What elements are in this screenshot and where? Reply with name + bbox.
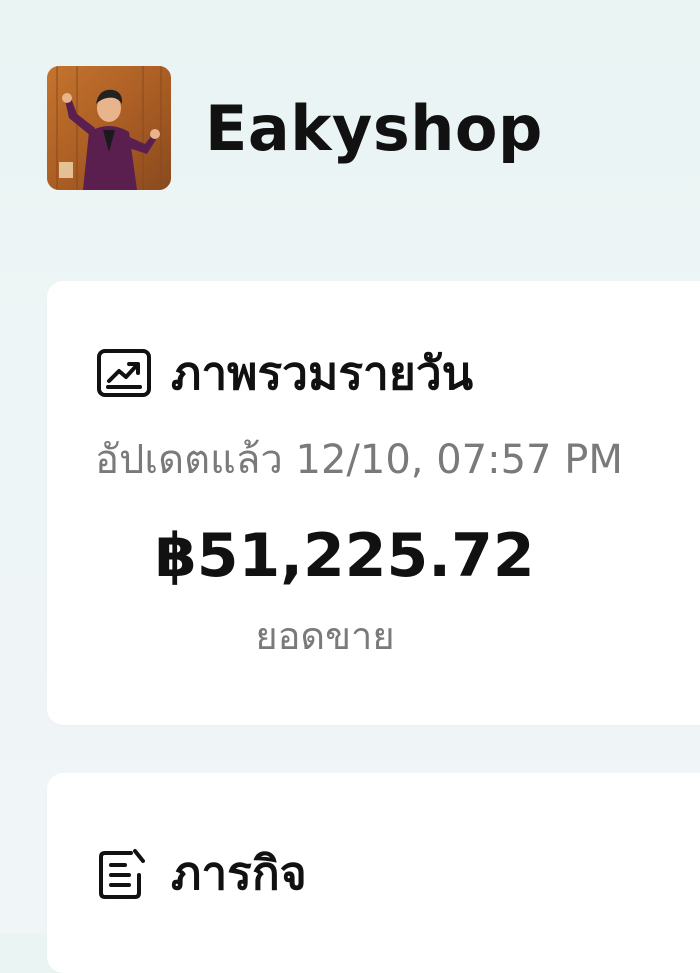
shop-header: Eakyshop	[47, 66, 543, 190]
avatar-image	[47, 66, 171, 190]
overview-title: ภาพรวมรายวัน	[171, 346, 474, 400]
shop-name: Eakyshop	[205, 91, 543, 165]
trend-chart-icon	[95, 345, 153, 403]
last-updated-text: อัปเดตแล้ว 12/10, 07:57 PM	[95, 437, 623, 483]
sales-label: ยอดขาย	[255, 614, 395, 658]
sales-summary[interactable]: ฿51,225.72 ยอดขาย	[155, 521, 535, 666]
tasks-card[interactable]: ภารกิจ	[47, 773, 700, 973]
overview-title-row: ภาพรวมรายวัน	[95, 337, 473, 410]
tasks-title-row: ภารกิจ	[95, 837, 307, 910]
checklist-icon	[95, 845, 153, 903]
shop-avatar[interactable]	[47, 66, 171, 190]
daily-overview-card[interactable]: ภาพรวมรายวัน อัปเดตแล้ว 12/10, 07:57 PM …	[47, 281, 700, 725]
tasks-title: ภารกิจ	[171, 846, 307, 900]
sales-amount: ฿51,225.72	[155, 521, 535, 591]
